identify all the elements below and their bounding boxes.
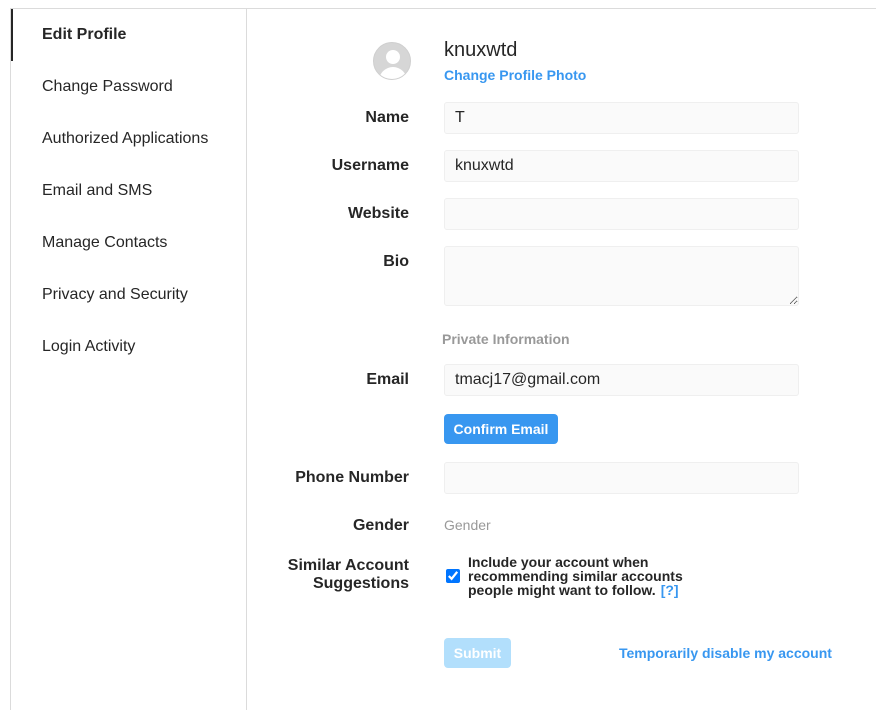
- website-field[interactable]: [444, 198, 799, 230]
- submit-button[interactable]: Submit: [444, 638, 511, 668]
- phone-number-label: Phone Number: [295, 469, 409, 486]
- gender-field[interactable]: Gender: [444, 517, 491, 533]
- confirm-email-button[interactable]: Confirm Email: [444, 414, 558, 444]
- help-link[interactable]: [?]: [661, 582, 679, 598]
- username-field[interactable]: [444, 150, 799, 182]
- avatar-head-shape: [386, 50, 400, 64]
- similar-account-suggestions-label: Similar Account Suggestions: [209, 557, 409, 593]
- similar-label-line1: Similar Account: [287, 557, 409, 574]
- username-label: Username: [331, 157, 409, 174]
- similar-accounts-description: Include your account when recommending s…: [468, 555, 698, 597]
- change-profile-photo-link[interactable]: Change Profile Photo: [444, 67, 586, 83]
- website-label: Website: [347, 205, 409, 222]
- similar-accounts-text: Include your account when recommending s…: [468, 554, 683, 598]
- settings-panel: Edit Profile Change Password Authorized …: [10, 8, 876, 710]
- email-field[interactable]: [444, 364, 799, 396]
- avatar-body-shape: [379, 67, 407, 79]
- sidebar-item-change-password[interactable]: Change Password: [11, 61, 247, 113]
- name-field[interactable]: [444, 102, 799, 134]
- email-label: Email: [366, 371, 409, 388]
- bio-label: Bio: [383, 253, 409, 270]
- bio-field[interactable]: [444, 246, 799, 306]
- profile-username: knuxwtd: [444, 39, 518, 61]
- phone-number-field[interactable]: [444, 462, 799, 494]
- edit-profile-form: knuxwtd Change Profile Photo Name Userna…: [248, 9, 876, 710]
- name-label: Name: [365, 109, 409, 126]
- similar-label-line2: Suggestions: [312, 575, 409, 592]
- temporarily-disable-account-link[interactable]: Temporarily disable my account: [619, 645, 832, 661]
- sidebar-item-login-activity[interactable]: Login Activity: [11, 321, 247, 373]
- sidebar-item-edit-profile[interactable]: Edit Profile: [11, 9, 247, 61]
- private-information-heading: Private Information: [442, 331, 570, 347]
- avatar[interactable]: [373, 42, 411, 80]
- sidebar-item-privacy-and-security[interactable]: Privacy and Security: [11, 269, 247, 321]
- similar-accounts-checkbox[interactable]: [446, 569, 460, 583]
- gender-label: Gender: [352, 517, 409, 534]
